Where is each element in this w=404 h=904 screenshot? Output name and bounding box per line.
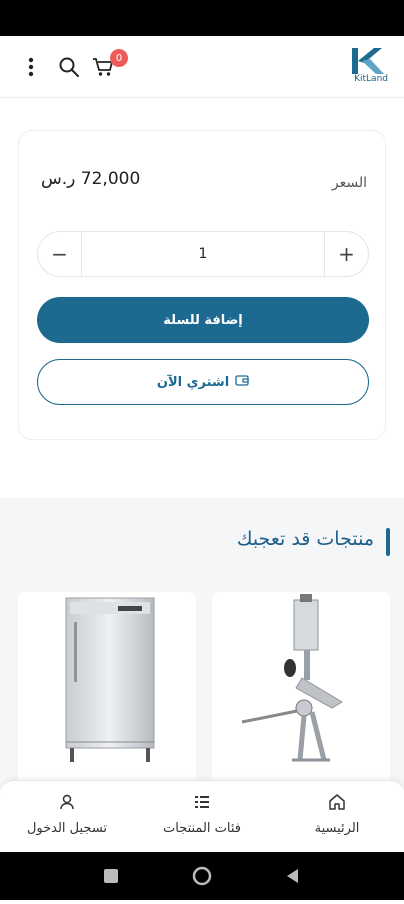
- decrease-quantity-button[interactable]: −: [38, 232, 82, 276]
- top-bar: KitLand: [0, 36, 404, 98]
- bottom-navigation: الرئيسية فئات المنتجات تسجيل الدخول: [0, 780, 404, 852]
- quantity-value[interactable]: 1: [82, 232, 324, 276]
- nav-item-categories[interactable]: فئات المنتجات: [137, 793, 267, 849]
- add-to-cart-label: إضافة للسلة: [163, 312, 243, 328]
- refrigerator-image: [65, 597, 155, 762]
- logo-text: KitLand: [354, 74, 388, 84]
- buy-now-label: اشتري الآن: [156, 374, 230, 390]
- home-button-icon[interactable]: [192, 866, 212, 886]
- nav-item-login-label: تسجيل الدخول: [26, 821, 108, 836]
- system-navigation-bar: [0, 852, 404, 900]
- list-icon: [193, 793, 211, 815]
- nav-item-home-label: الرئيسية: [314, 821, 360, 836]
- increase-quantity-button[interactable]: +: [324, 232, 368, 276]
- cart-count-badge: 0: [110, 49, 128, 67]
- add-to-cart-button[interactable]: إضافة للسلة: [37, 297, 369, 343]
- nav-item-categories-label: فئات المنتجات: [163, 821, 241, 836]
- quantity-stepper: − 1 +: [37, 231, 369, 277]
- wallet-icon: [235, 374, 249, 390]
- recommended-section: منتجات قد تعجبك: [0, 498, 404, 792]
- buy-now-button[interactable]: اشتري الآن: [37, 359, 369, 405]
- product-card-dispenser[interactable]: [212, 592, 390, 792]
- nav-item-home[interactable]: الرئيسية: [272, 793, 402, 849]
- search-icon[interactable]: [58, 56, 80, 78]
- back-icon[interactable]: [287, 869, 298, 883]
- recents-icon[interactable]: [104, 869, 118, 883]
- nav-item-login[interactable]: تسجيل الدخول: [2, 793, 132, 849]
- section-accent-bar: [386, 528, 390, 556]
- price-label: السعر: [331, 175, 367, 191]
- more-vert-icon[interactable]: [20, 56, 42, 78]
- status-bar: [0, 0, 404, 36]
- user-icon: [58, 793, 76, 815]
- product-purchase-card: السعر 72,000 ر.س − 1 + إضافة للسلة اشتري…: [18, 130, 386, 440]
- section-title: منتجات قد تعجبك: [236, 528, 374, 550]
- price-value: 72,000 ر.س: [41, 169, 141, 189]
- dispenser-machine-image: [241, 594, 343, 762]
- product-card-refrigerator[interactable]: [18, 592, 196, 792]
- home-icon: [328, 793, 346, 815]
